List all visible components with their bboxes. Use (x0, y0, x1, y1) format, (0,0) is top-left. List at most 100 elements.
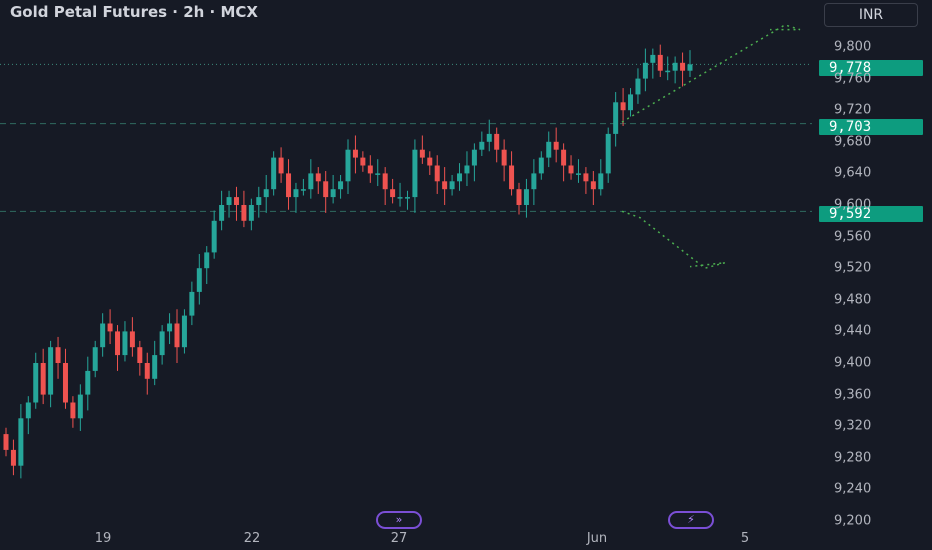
currency-button[interactable]: INR (824, 3, 918, 27)
candle-body (665, 70, 671, 73)
y-tick-label: 9,440 (834, 323, 872, 339)
candle-body (323, 181, 329, 198)
candle-body (181, 315, 187, 348)
x-tick-label: 22 (243, 531, 261, 546)
candle-body (523, 189, 529, 205)
candle-body (271, 157, 277, 190)
candle-body (85, 370, 91, 395)
candle-body (286, 173, 292, 198)
candle-body (3, 434, 9, 450)
candle-body (352, 149, 358, 158)
candle-body (449, 181, 455, 190)
candle-body (233, 197, 239, 205)
candle-body (115, 331, 121, 356)
fast-forward-icon[interactable]: » (376, 511, 422, 529)
candle-body (330, 189, 336, 198)
candle-body (256, 197, 262, 205)
candle-body (219, 205, 225, 221)
y-tick-label: 9,720 (834, 102, 872, 118)
candle-body (122, 331, 128, 356)
y-tick-label: 9,360 (834, 387, 872, 403)
upper-level-tag: 9,703 (819, 119, 923, 135)
chart-background (0, 0, 932, 550)
candle-body (390, 189, 396, 198)
candle-body (620, 102, 626, 111)
candle-body (501, 149, 507, 166)
candle-body (404, 197, 410, 199)
candle-body (10, 449, 16, 466)
candle-body (412, 149, 418, 198)
y-tick-label: 9,280 (834, 450, 872, 466)
candle-body (561, 149, 567, 166)
y-tick-label: 9,760 (834, 71, 872, 87)
y-tick-label: 9,560 (834, 229, 872, 245)
candle-body (531, 173, 537, 190)
candle-body (241, 205, 247, 221)
x-tick-label: 19 (94, 531, 112, 546)
candle-body (628, 94, 634, 111)
candle-body (211, 220, 217, 253)
candle-body (345, 149, 351, 182)
price-chart[interactable] (0, 0, 932, 550)
candle-body (33, 363, 39, 403)
candle-body (650, 54, 656, 63)
candle-body (657, 54, 663, 71)
candle-body (605, 133, 611, 174)
candle-body (538, 157, 544, 174)
symbol-title[interactable]: Gold Petal Futures · 2h · MCX (10, 3, 258, 21)
candle-body (196, 268, 202, 292)
candle-body (613, 102, 619, 134)
x-tick-label: 27 (390, 531, 408, 546)
candle-body (338, 181, 344, 190)
lightning-icon[interactable]: ⚡ (668, 511, 714, 529)
candle-body (25, 402, 31, 419)
candle-body (672, 62, 678, 71)
candle-body (427, 157, 433, 166)
candle-body (40, 363, 46, 395)
candle-body (77, 394, 83, 419)
candle-body (419, 149, 425, 158)
candle-body (598, 173, 604, 190)
y-tick-label: 9,640 (834, 165, 872, 181)
candle-body (382, 173, 388, 190)
y-tick-label: 9,680 (834, 134, 872, 150)
y-tick-label: 9,400 (834, 355, 872, 371)
y-tick-label: 9,320 (834, 418, 872, 434)
candle-body (442, 181, 448, 190)
candle-body (575, 173, 581, 175)
y-tick-label: 9,600 (834, 197, 872, 213)
candle-body (263, 189, 269, 198)
candle-body (680, 62, 686, 71)
candle-body (568, 165, 574, 174)
candle-body (293, 189, 299, 198)
candle-body (494, 133, 500, 150)
candle-body (553, 141, 559, 150)
candle-body (471, 149, 477, 166)
y-tick-label: 9,480 (834, 292, 872, 308)
candle-body (129, 331, 135, 348)
candle-body (360, 157, 366, 166)
candle-body (590, 181, 596, 190)
candle-body (62, 363, 68, 403)
candle-body (152, 355, 158, 379)
candle-body (204, 252, 210, 269)
candle-body (434, 165, 440, 182)
candle-body (18, 418, 24, 466)
x-tick-label: Jun (586, 531, 608, 546)
candle-body (635, 78, 641, 95)
candle-body (137, 347, 143, 363)
candle-body (397, 197, 403, 199)
candle-body (375, 173, 381, 175)
candle-body (486, 133, 492, 142)
candle-body (509, 165, 515, 190)
candle-body (100, 323, 106, 348)
candle-body (144, 363, 150, 379)
y-tick-label: 9,240 (834, 481, 872, 497)
x-tick-label: 5 (740, 531, 750, 546)
candle-body (174, 323, 180, 348)
candle-body (300, 189, 306, 191)
y-tick-label: 9,800 (834, 39, 872, 55)
candle-body (546, 141, 552, 158)
candle-body (189, 291, 195, 316)
candle-body (479, 141, 485, 150)
